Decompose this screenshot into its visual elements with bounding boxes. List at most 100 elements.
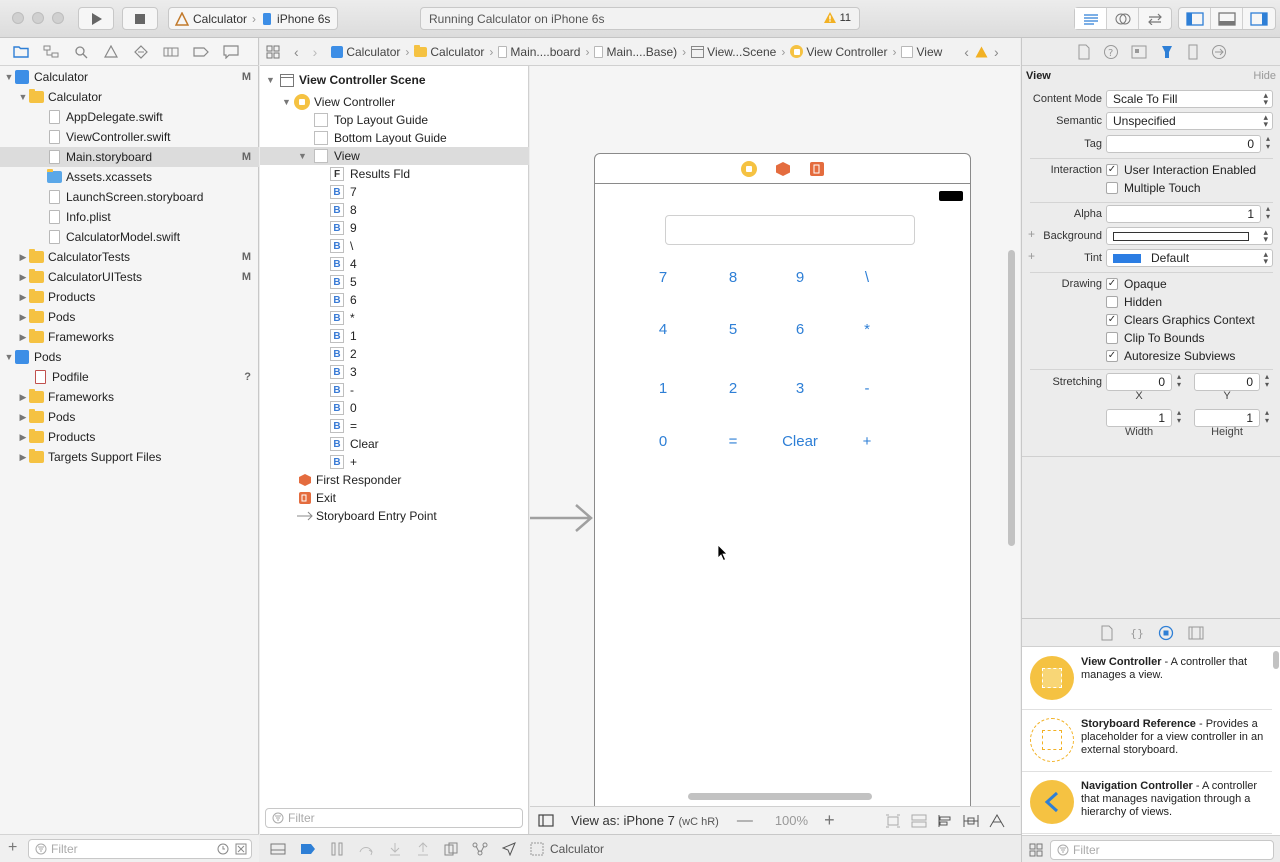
attributes-inspector-icon[interactable] [1159,44,1175,60]
tree-item-group[interactable]: ▶ CalculatorTests M [0,247,259,267]
storyboard-canvas[interactable]: 7 8 9 \ 4 5 6 * 1 2 3- 0 = Clear + [530,66,1020,806]
prev-issue-chevron-icon[interactable]: ‹ [964,44,969,60]
view-hierarchy-icon[interactable] [444,842,458,856]
code-snippet-icon[interactable]: {} [1128,625,1144,641]
outline-button[interactable]: B1 [260,327,529,345]
calc-button[interactable]: \ [842,269,892,286]
breadcrumb-view[interactable]: View [901,45,942,59]
object-library-icon[interactable] [1158,625,1174,641]
connections-inspector-icon[interactable] [1211,44,1227,60]
version-editor-button[interactable] [1139,8,1171,29]
breadcrumb-storyboard[interactable]: Main....board [498,45,580,59]
stretch-x-field[interactable]: 0 [1106,373,1172,391]
exit-icon[interactable] [809,161,825,177]
library-item-navigation-controller[interactable]: Navigation Controller - A controller tha… [1022,772,1272,834]
outline-button[interactable]: B \ [260,237,529,255]
issue-navigator-tab[interactable] [100,43,122,61]
tree-item-file[interactable]: Assets.xcassets [0,167,259,187]
tree-item-group[interactable]: ▶ Pods [0,307,259,327]
minimize-window-button[interactable] [32,12,44,24]
breadcrumb-project[interactable]: Calculator [331,45,400,59]
file-inspector-icon[interactable] [1077,44,1091,60]
outline-button[interactable]: B9 [260,219,529,237]
disclosure-open-icon[interactable]: ▼ [4,72,14,82]
tree-item-group[interactable]: ▶ Products [0,427,259,447]
calc-button[interactable]: 8 [708,269,758,286]
toggle-outline-icon[interactable] [538,814,554,827]
opaque-checkbox[interactable]: ✓ Opaque [1106,277,1167,291]
outline-view-controller[interactable]: ▼ View Controller [260,93,529,111]
outline-button[interactable]: B2 [260,345,529,363]
outline-results-field[interactable]: F Results Fld [260,165,529,183]
disclosure-closed-icon[interactable]: ▶ [18,392,28,403]
horizontal-scrollbar[interactable] [688,793,872,800]
library-scrollbar[interactable] [1273,651,1279,669]
tree-item-group[interactable]: ▶ CalculatorUITests M [0,267,259,287]
tree-item-group[interactable]: ▶ Frameworks [0,327,259,347]
disclosure-closed-icon[interactable]: ▶ [18,312,28,323]
calc-button[interactable]: 5 [708,321,758,338]
breakpoint-navigator-tab[interactable] [190,43,212,61]
tree-item-file-selected[interactable]: Main.storyboard M [0,147,259,167]
outline-button[interactable]: B * [260,309,529,327]
outline-first-responder[interactable]: First Responder [260,471,529,489]
tint-color-popup[interactable]: Default ▴ ▾ [1106,249,1273,267]
align-icon[interactable] [937,814,953,828]
calc-button[interactable]: * [842,321,892,338]
disclosure-closed-icon[interactable]: ▶ [18,272,28,283]
outline-top-layout-guide[interactable]: Top Layout Guide [260,111,529,129]
scm-filter-icon[interactable] [235,843,247,855]
tree-item-project[interactable]: ▼ Calculator M [0,67,259,87]
outline-view-selected[interactable]: ▼ View [260,147,529,165]
recent-files-icon[interactable] [217,843,229,855]
breadcrumb-view-controller[interactable]: View Controller [790,45,887,59]
tree-item-group[interactable]: ▶ Frameworks [0,387,259,407]
breadcrumb-scene[interactable]: View...Scene [691,45,776,59]
debug-target[interactable]: Calculator [530,842,604,856]
calc-button[interactable]: 4 [638,321,688,338]
location-icon[interactable] [502,841,516,856]
hide-section-button[interactable]: Hide [1253,70,1276,82]
calc-button[interactable]: - [842,380,892,397]
autoresize-subviews-checkbox[interactable]: ✓ Autoresize Subviews [1106,349,1235,363]
hide-debug-area-icon[interactable] [270,843,286,855]
tag-field[interactable]: 0 [1106,135,1261,153]
breadcrumb-base[interactable]: Main....Base) [594,45,677,59]
calc-button[interactable]: 0 [638,433,688,450]
entry-point-arrow-icon[interactable] [530,503,594,533]
help-inspector-icon[interactable]: ? [1103,44,1119,60]
tree-item-group[interactable]: ▶ Products [0,287,259,307]
memory-graph-icon[interactable] [472,842,488,856]
assistant-editor-button[interactable] [1107,8,1139,29]
disclosure-open-icon[interactable]: ▼ [298,151,314,161]
breakpoints-toggle-icon[interactable] [300,843,316,855]
tree-item-group[interactable]: ▼ Calculator [0,87,259,107]
tree-item-file[interactable]: Podfile ? [0,367,259,387]
hidden-checkbox[interactable]: Hidden [1106,295,1162,309]
step-over-icon[interactable] [358,842,374,856]
calc-button[interactable]: 3 [775,380,825,397]
stretch-height-field[interactable]: 1 [1194,409,1260,427]
navigator-filter-input[interactable]: Filter [28,839,252,859]
view-controller-frame[interactable]: 7 8 9 \ 4 5 6 * 1 2 3- 0 = Clear + [594,153,971,806]
warning-indicator[interactable]: 11 [823,11,851,24]
zoom-window-button[interactable] [52,12,64,24]
calc-button[interactable]: = [708,433,758,450]
file-template-icon[interactable] [1100,625,1114,641]
outline-button[interactable]: B7 [260,183,529,201]
outline-filter-input[interactable]: Filter [265,808,523,828]
stretch-height-stepper[interactable]: ▴ ▾ [1262,409,1272,427]
outline-exit[interactable]: Exit [260,489,529,507]
tree-item-file[interactable]: ViewController.swift [0,127,259,147]
media-library-icon[interactable] [1188,625,1204,641]
outline-button[interactable]: B + [260,453,529,471]
tree-item-file[interactable]: CalculatorModel.swift [0,227,259,247]
outline-button[interactable]: B Clear [260,435,529,453]
stretch-width-stepper[interactable]: ▴ ▾ [1174,409,1184,427]
outline-button[interactable]: B3 [260,363,529,381]
outline-button[interactable]: B = [260,417,529,435]
scheme-selector[interactable]: Calculator › iPhone 6s [168,7,338,30]
outline-button[interactable]: B4 [260,255,529,273]
zoom-in-button[interactable]: + [824,810,835,831]
outline-button[interactable]: B6 [260,291,529,309]
